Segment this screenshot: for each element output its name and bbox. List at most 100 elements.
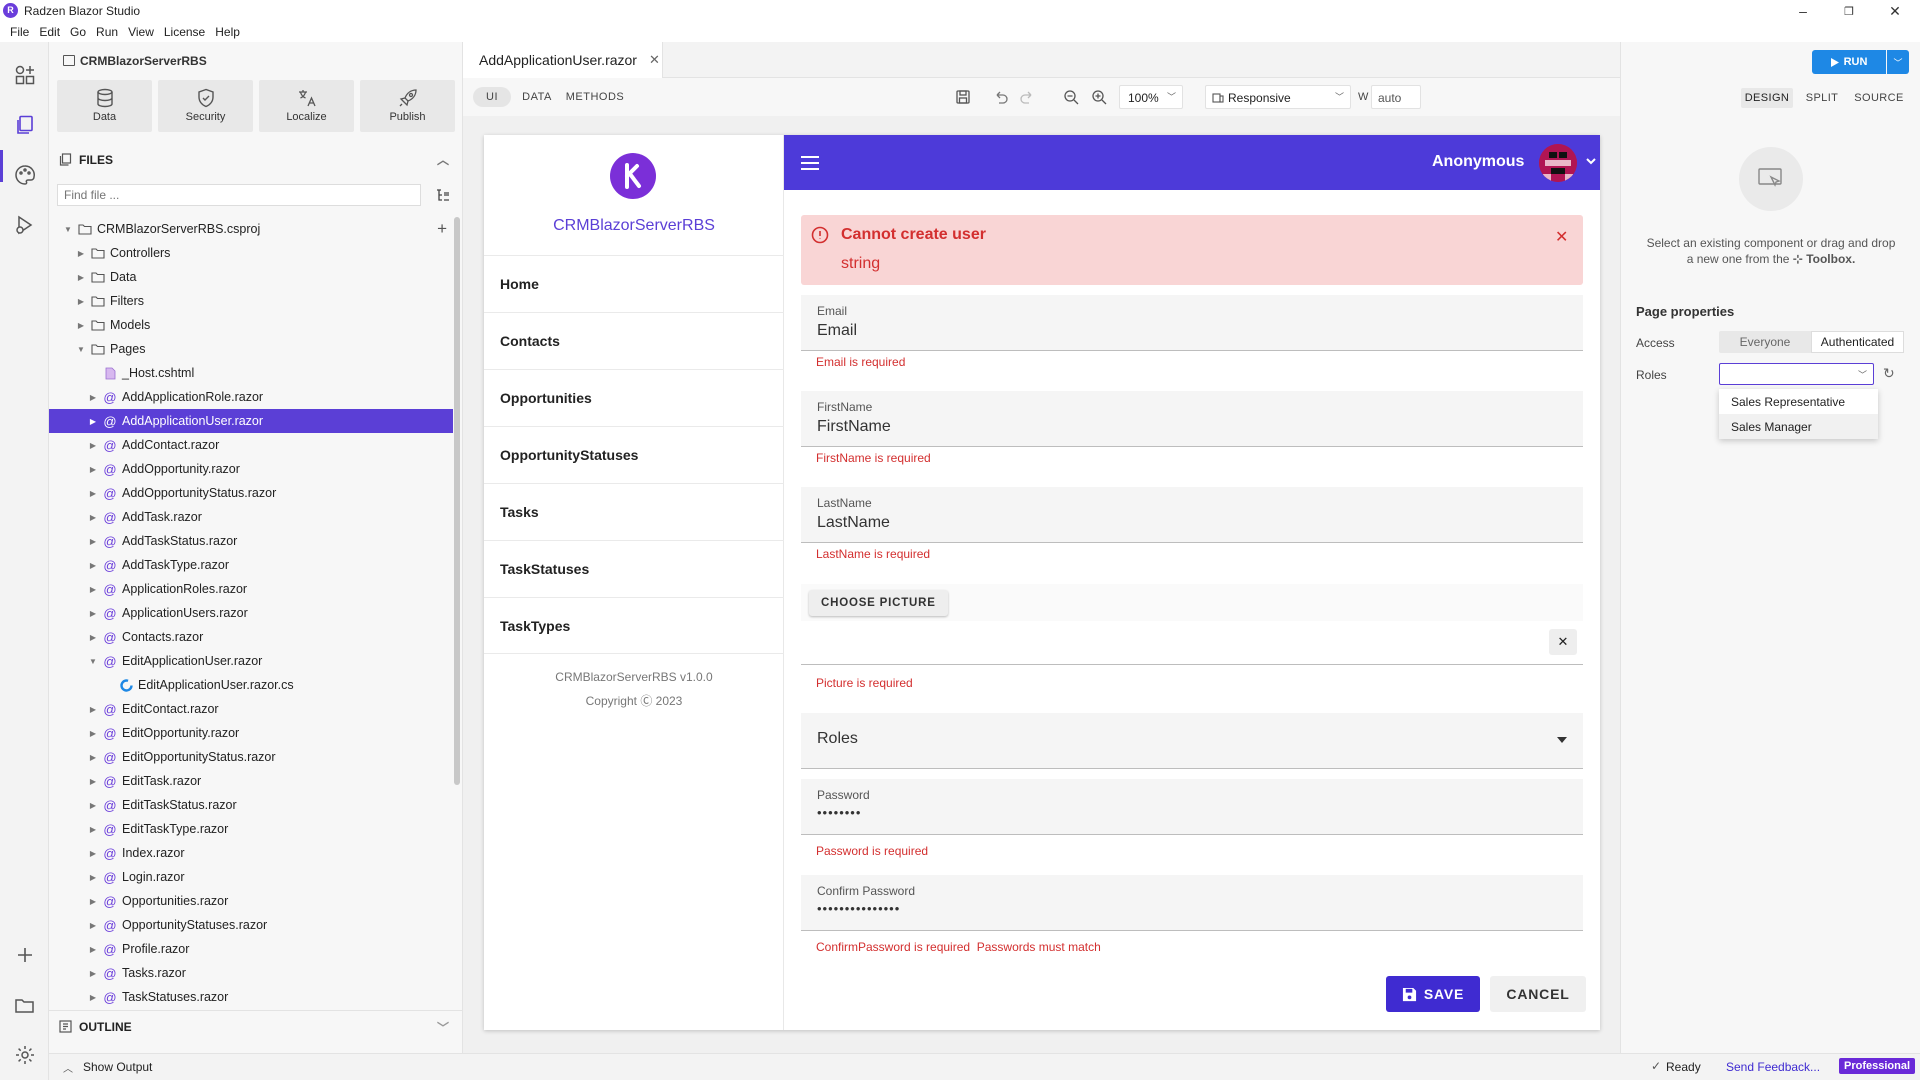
zoom-in-icon[interactable] bbox=[1091, 89, 1107, 105]
chevron-right-icon[interactable]: ▶ bbox=[88, 873, 98, 882]
mode-data-tab[interactable]: DATA bbox=[517, 87, 557, 107]
menu-run[interactable]: Run bbox=[92, 22, 122, 42]
tree-item[interactable]: ▶ Models bbox=[49, 313, 453, 337]
chevron-down-icon[interactable]: ▼ bbox=[63, 225, 73, 234]
expand-outline-icon[interactable]: ﹀ bbox=[437, 1019, 449, 1036]
menu-edit[interactable]: Edit bbox=[35, 22, 64, 42]
nav-opportunities[interactable]: Opportunities bbox=[484, 369, 784, 426]
zoom-select[interactable]: 100% ﹀ bbox=[1119, 85, 1183, 109]
chevron-right-icon[interactable]: ▶ bbox=[88, 633, 98, 642]
tree-item[interactable]: ▶ @ ApplicationUsers.razor bbox=[49, 601, 453, 625]
chevron-right-icon[interactable]: ▶ bbox=[76, 249, 86, 258]
chevron-right-icon[interactable]: ▶ bbox=[88, 753, 98, 762]
tree-item[interactable]: ▶ @ Profile.razor bbox=[49, 937, 453, 961]
mode-methods-tab[interactable]: METHODS bbox=[563, 87, 627, 107]
chevron-right-icon[interactable]: ▶ bbox=[88, 777, 98, 786]
tree-item[interactable]: EditApplicationUser.razor.cs bbox=[49, 673, 453, 697]
chevron-right-icon[interactable]: ▶ bbox=[88, 393, 98, 402]
chevron-right-icon[interactable]: ▶ bbox=[76, 321, 86, 330]
chevron-down-icon[interactable]: ▼ bbox=[88, 657, 98, 666]
chevron-right-icon[interactable]: ▶ bbox=[88, 465, 98, 474]
tree-item[interactable]: ▼ Pages bbox=[49, 337, 453, 361]
chevron-right-icon[interactable]: ▶ bbox=[88, 897, 98, 906]
tree-item[interactable]: ▶ @ AddTaskType.razor bbox=[49, 553, 453, 577]
menu-go[interactable]: Go bbox=[66, 22, 90, 42]
settings-gear-icon[interactable] bbox=[12, 1042, 38, 1068]
chevron-right-icon[interactable]: ▶ bbox=[88, 489, 98, 498]
nav-opportunitystatuses[interactable]: OpportunityStatuses bbox=[484, 426, 784, 483]
chevron-right-icon[interactable]: ▶ bbox=[88, 705, 98, 714]
add-icon[interactable] bbox=[12, 942, 38, 968]
role-option-sales-manager[interactable]: Sales Manager bbox=[1719, 414, 1878, 439]
tree-item[interactable]: ▶ @ AddTask.razor bbox=[49, 505, 453, 529]
tree-item[interactable]: ▶ @ OpportunityStatuses.razor bbox=[49, 913, 453, 937]
nav-home[interactable]: Home bbox=[484, 255, 784, 312]
chevron-right-icon[interactable]: ▶ bbox=[88, 537, 98, 546]
password-field[interactable]: Password •••••••• bbox=[801, 779, 1583, 835]
chevron-right-icon[interactable]: ▶ bbox=[88, 513, 98, 522]
refresh-icon[interactable]: ↻ bbox=[1883, 365, 1895, 382]
tree-item[interactable]: ▶ Data bbox=[49, 265, 453, 289]
chevron-right-icon[interactable]: ▶ bbox=[76, 297, 86, 306]
nav-tasktypes[interactable]: TaskTypes bbox=[484, 597, 784, 654]
tree-item[interactable]: ▼ @ EditApplicationUser.razor bbox=[49, 649, 453, 673]
tree-item[interactable]: ▶ @ AddContact.razor bbox=[49, 433, 453, 457]
chevron-right-icon[interactable]: ▶ bbox=[88, 945, 98, 954]
tree-item[interactable]: ▶ @ Contacts.razor bbox=[49, 625, 453, 649]
nav-taskstatuses[interactable]: TaskStatuses bbox=[484, 540, 784, 597]
firstname-field[interactable]: FirstName FirstName bbox=[801, 391, 1583, 447]
chevron-right-icon[interactable]: ▶ bbox=[88, 849, 98, 858]
tree-item[interactable]: ▼ CRMBlazorServerRBS.csproj + bbox=[49, 217, 453, 241]
files-icon[interactable] bbox=[12, 112, 38, 138]
zoom-out-icon[interactable] bbox=[1063, 89, 1079, 105]
chevron-down-icon[interactable]: ▼ bbox=[76, 345, 86, 354]
width-input[interactable]: auto bbox=[1371, 85, 1421, 109]
layout-select[interactable]: Responsive ﹀ bbox=[1205, 85, 1351, 109]
tree-item[interactable]: ▶ @ EditTaskStatus.razor bbox=[49, 793, 453, 817]
tree-item[interactable]: ▶ @ Tasks.razor bbox=[49, 961, 453, 985]
tree-item[interactable]: ▶ @ EditTaskType.razor bbox=[49, 817, 453, 841]
chevron-right-icon[interactable]: ▶ bbox=[88, 969, 98, 978]
user-menu-chevron-icon[interactable] bbox=[1585, 155, 1597, 167]
chevron-right-icon[interactable]: ▶ bbox=[88, 993, 98, 1002]
access-authenticated[interactable]: Authenticated bbox=[1811, 331, 1904, 353]
menu-view[interactable]: View bbox=[124, 22, 158, 42]
tree-item[interactable]: _Host.cshtml bbox=[49, 361, 453, 385]
roles-dropdown[interactable]: Roles bbox=[801, 713, 1583, 769]
open-folder-icon[interactable] bbox=[12, 992, 38, 1018]
tree-item[interactable]: ▶ @ ApplicationRoles.razor bbox=[49, 577, 453, 601]
tree-item[interactable]: ▶ Controllers bbox=[49, 241, 453, 265]
lastname-field[interactable]: LastName LastName bbox=[801, 487, 1583, 543]
hamburger-menu-icon[interactable] bbox=[800, 155, 820, 171]
chevron-right-icon[interactable]: ▶ bbox=[88, 585, 98, 594]
mode-ui-tab[interactable]: UI bbox=[473, 87, 511, 107]
run-options-dropdown[interactable]: ﹀ bbox=[1887, 50, 1909, 74]
tree-item[interactable]: ▶ @ EditContact.razor bbox=[49, 697, 453, 721]
chevron-right-icon[interactable]: ▶ bbox=[88, 729, 98, 738]
security-tool-button[interactable]: Security bbox=[158, 80, 253, 132]
close-tab-icon[interactable]: ✕ bbox=[649, 52, 660, 68]
components-icon[interactable] bbox=[12, 62, 38, 88]
tree-item[interactable]: ▶ Filters bbox=[49, 289, 453, 313]
design-view-tab[interactable]: DESIGN bbox=[1741, 88, 1793, 108]
source-view-tab[interactable]: SOURCE bbox=[1851, 88, 1907, 108]
add-file-icon[interactable]: + bbox=[437, 219, 447, 239]
choose-picture-button[interactable]: CHOOSE PICTURE bbox=[809, 590, 948, 616]
tree-item[interactable]: ▶ @ Opportunities.razor bbox=[49, 889, 453, 913]
file-tree-scrollbar[interactable] bbox=[454, 217, 460, 785]
tree-item[interactable]: ▶ @ EditOpportunity.razor bbox=[49, 721, 453, 745]
run-debug-icon[interactable] bbox=[12, 212, 38, 238]
role-option-sales-representative[interactable]: Sales Representative bbox=[1719, 389, 1878, 414]
chevron-right-icon[interactable]: ▶ bbox=[88, 921, 98, 930]
publish-tool-button[interactable]: Publish bbox=[360, 80, 455, 132]
undo-icon[interactable] bbox=[993, 89, 1009, 105]
collapse-files-icon[interactable]: ︿ bbox=[437, 151, 449, 168]
save-file-icon[interactable] bbox=[955, 89, 971, 105]
chevron-right-icon[interactable]: ▶ bbox=[88, 801, 98, 810]
roles-select[interactable]: ﹀ bbox=[1719, 363, 1874, 385]
nav-contacts[interactable]: Contacts bbox=[484, 312, 784, 369]
minimize-button[interactable]: – bbox=[1780, 0, 1826, 22]
outline-section-header[interactable]: OUTLINE ﹀ bbox=[49, 1010, 463, 1042]
tree-item[interactable]: ▶ @ Login.razor bbox=[49, 865, 453, 889]
tree-item[interactable]: ▶ @ AddApplicationRole.razor bbox=[49, 385, 453, 409]
